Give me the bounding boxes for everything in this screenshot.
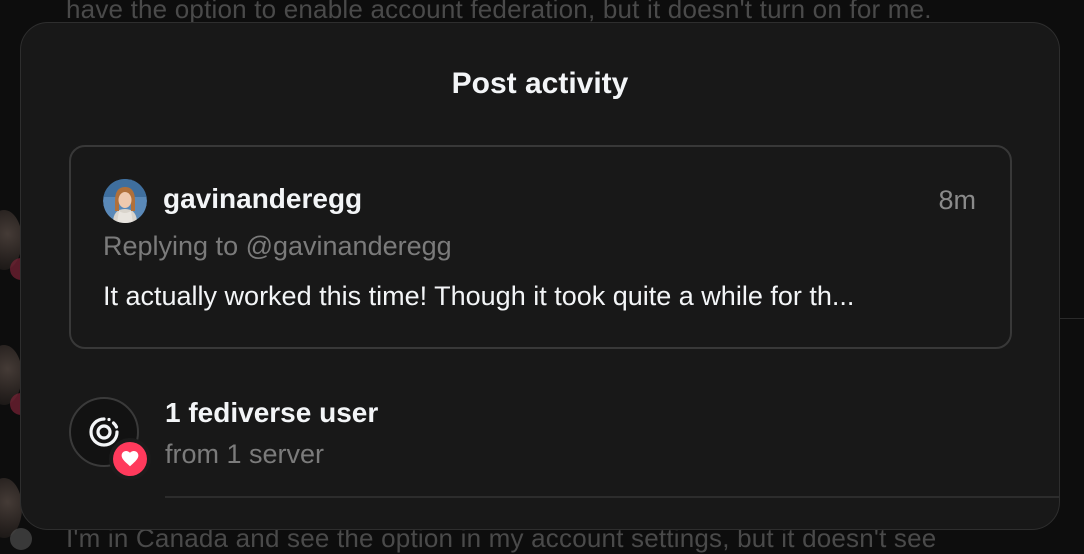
activity-title: 1 fediverse user [165, 397, 379, 428]
background-heart-icon [10, 528, 32, 550]
post-preview-card[interactable]: gavinanderegg 8m Replying to @gavinander… [69, 145, 1012, 349]
activity-row-fediverse[interactable]: 1 fediverse user from 1 server [69, 397, 1059, 507]
replying-to-text: Replying to @gavinanderegg [103, 231, 452, 261]
post-activity-sheet: Post activity gavinanderegg 8m Replying … [20, 22, 1060, 530]
heart-icon [113, 442, 147, 476]
heart-badge [109, 438, 151, 480]
row-divider [165, 496, 1059, 498]
post-timestamp: 8m [938, 185, 976, 215]
sheet-title: Post activity [451, 67, 629, 100]
post-username[interactable]: gavinanderegg [163, 183, 362, 215]
activity-subtitle: from 1 server [165, 439, 325, 469]
background-divider [1060, 318, 1084, 319]
post-text: It actually worked this time! Though it … [103, 281, 855, 311]
avatar[interactable] [103, 179, 147, 223]
